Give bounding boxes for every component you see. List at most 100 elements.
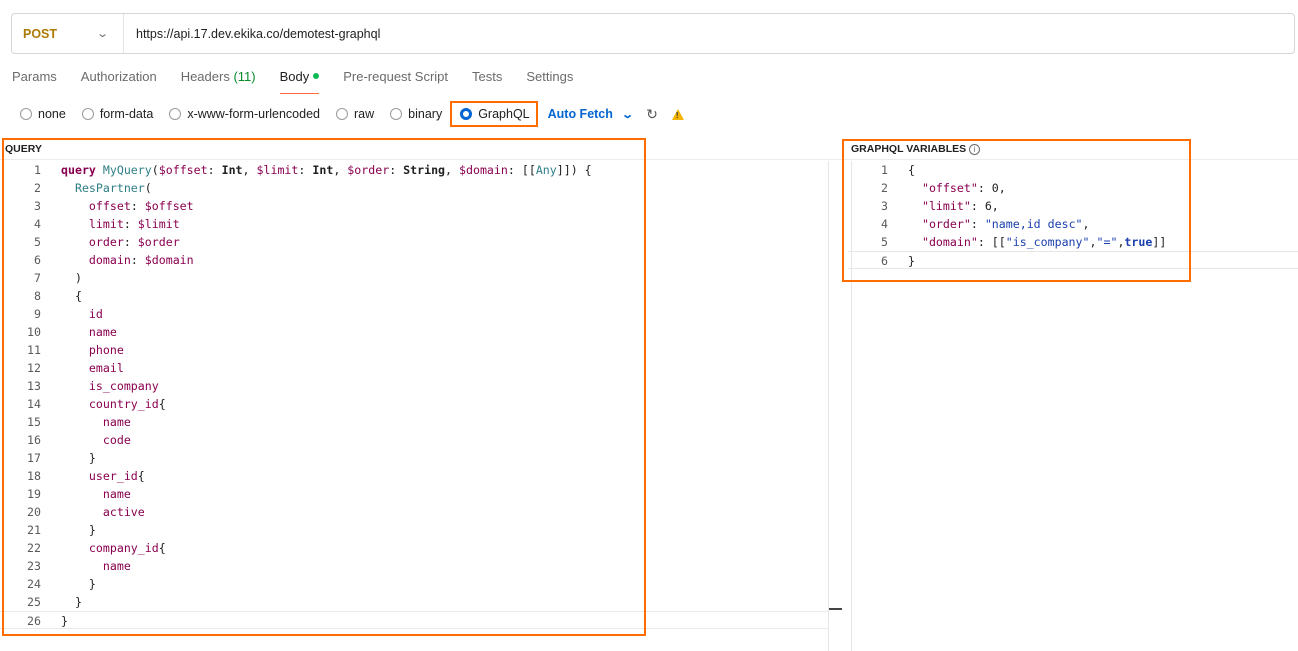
tab-tests[interactable]: Tests [472,68,502,94]
line-number: 10 [27,325,41,339]
body-type-raw-label: raw [354,107,375,121]
line-number: 1 [34,163,41,177]
line-number: 7 [34,271,41,285]
line-number: 14 [27,397,41,411]
tab-headers-label: Headers [180,69,230,84]
line-number: 3 [34,199,41,213]
method-label: POST [23,26,58,41]
editor-divider [828,161,829,651]
headers-count: (11) [233,69,256,84]
tab-settings[interactable]: Settings [526,68,573,94]
line-number: 4 [34,217,41,231]
line-number: 11 [27,343,41,357]
line-number: 2 [881,181,888,195]
code-line: 6 domain: $domain [0,251,828,269]
radio-form-data[interactable] [81,108,94,120]
line-number: 23 [27,559,41,573]
line-number: 13 [27,379,41,393]
radio-none[interactable] [20,108,32,120]
code-line: 9 id [0,305,828,323]
line-number: 22 [27,541,41,555]
body-status-dot [313,73,320,79]
radio-binary[interactable] [390,108,403,120]
variables-editor[interactable]: 1{ 2 "offset": 0, 3 "limit": 6, 4 "order… [848,161,1298,269]
code-line: 17 } [0,449,828,467]
radio-urlencoded[interactable] [169,108,182,120]
body-type-binary[interactable]: binary [390,107,442,121]
warning-icon[interactable]: ! [671,108,684,120]
code-line: 21 } [0,521,828,539]
line-number: 25 [27,595,41,609]
code-line-current: 26} [0,611,828,629]
line-number: 12 [27,361,41,375]
code-line: 1 query MyQuery($offset: Int, $limit: Int… [0,161,828,179]
line-number: 4 [881,217,888,231]
body-type-none[interactable]: none [20,107,66,121]
body-type-form-data[interactable]: form-data [81,107,154,121]
line-number: 26 [27,614,41,628]
line-number: 17 [27,451,41,465]
code-line: 2 ResPartner( [0,179,828,197]
code-line: 23 name [0,557,828,575]
line-number: 8 [34,289,41,303]
code-line: 2 "offset": 0, [848,179,1298,197]
code-line: 4 limit: $limit [0,215,828,233]
body-type-urlencoded[interactable]: x-www-form-urlencoded [169,107,320,121]
line-number: 6 [34,253,41,267]
chevron-down-icon[interactable]: ⌄ [621,108,634,121]
code-line: 10 name [0,323,828,341]
code-line: 24 } [0,575,828,593]
radio-graphql[interactable] [460,108,473,120]
code-line: 19 name [0,485,828,503]
line-number: 16 [27,433,41,447]
scrollbar-thumb[interactable] [829,608,842,610]
line-number: 19 [27,487,41,501]
body-type-raw[interactable]: raw [336,107,374,121]
variables-label-wrap: GRAPHQL VARIABLES i [851,143,981,155]
auto-fetch-button[interactable]: Auto Fetch ⌄ [547,107,634,121]
code-line: 22 company_id{ [0,539,828,557]
line-number: 21 [27,523,41,537]
body-type-binary-label: binary [408,107,443,121]
chevron-down-icon: ⌄ [95,28,109,40]
line-number: 18 [27,469,41,483]
line-number: 24 [27,577,41,591]
tab-authorization[interactable]: Authorization [81,68,157,94]
line-number: 5 [34,235,41,249]
code-line: 4 "order": "name,id desc", [848,215,1298,233]
body-type-graphql[interactable]: GraphQL [450,101,538,127]
url-bar: POST ⌄ https://api.17.dev.ekika.co/demot… [11,13,1295,54]
line-number: 5 [881,235,888,249]
code-line: 15 name [0,413,828,431]
auto-fetch-label: Auto Fetch [547,107,613,121]
tab-body[interactable]: Body [279,68,320,94]
query-label: QUERY [5,143,42,155]
body-type-options: none form-data x-www-form-urlencoded raw… [20,101,684,127]
tab-pre-request-script[interactable]: Pre-request Script [343,68,448,94]
body-type-graphql-label: GraphQL [478,107,530,121]
code-line: 13 is_company [0,377,828,395]
line-number: 2 [34,181,41,195]
panel-divider [0,159,1298,160]
line-number: 20 [27,505,41,519]
url-input[interactable]: https://api.17.dev.ekika.co/demotest-gra… [124,27,380,41]
code-line: 5 order: $order [0,233,828,251]
variables-label: GRAPHQL VARIABLES [851,143,967,155]
code-line-current: 6} [848,251,1298,269]
query-editor[interactable]: 1 query MyQuery($offset: Int, $limit: Int… [0,161,828,629]
code-line: 25 } [0,593,828,611]
tab-params[interactable]: Params [12,68,57,94]
code-line: 5 "domain": [["is_company","=",true]] [848,233,1298,251]
method-select[interactable]: POST ⌄ [12,14,124,53]
line-number: 15 [27,415,41,429]
body-type-none-label: none [38,107,66,121]
code-line: 20 active [0,503,828,521]
code-line: 14 country_id{ [0,395,828,413]
body-type-form-data-label: form-data [99,107,154,121]
code-line: 16 code [0,431,828,449]
info-icon[interactable]: i [969,143,981,155]
refresh-icon[interactable]: ↻ [646,106,658,123]
tab-headers[interactable]: Headers (11) [181,68,256,94]
radio-raw[interactable] [336,108,348,120]
line-number: 9 [34,307,41,321]
